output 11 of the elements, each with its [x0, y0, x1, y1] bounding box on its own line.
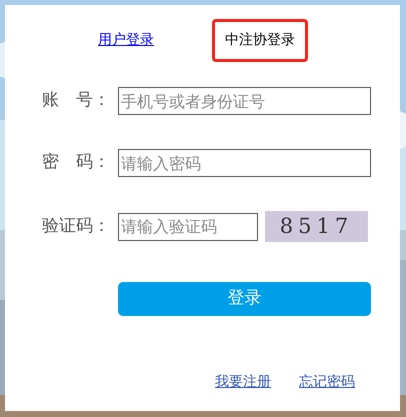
field-label: 账 号：: [42, 89, 111, 112]
account-field[interactable]: 手机号或者身份证号: [118, 87, 371, 115]
password-field[interactable]: 请输入密码: [118, 149, 371, 177]
login-tab[interactable]: 用户登录: [85, 18, 167, 62]
text-link[interactable]: 我要注册: [215, 372, 271, 393]
field-label: 密 码：: [42, 151, 111, 174]
captcha-image[interactable]: 8517: [265, 211, 368, 242]
captcha-field[interactable]: 请输入验证码: [118, 212, 258, 240]
field-label: 验证码：: [42, 214, 111, 238]
login-tab[interactable]: 中注协登录: [212, 18, 308, 62]
text-link[interactable]: 忘记密码: [299, 372, 355, 393]
